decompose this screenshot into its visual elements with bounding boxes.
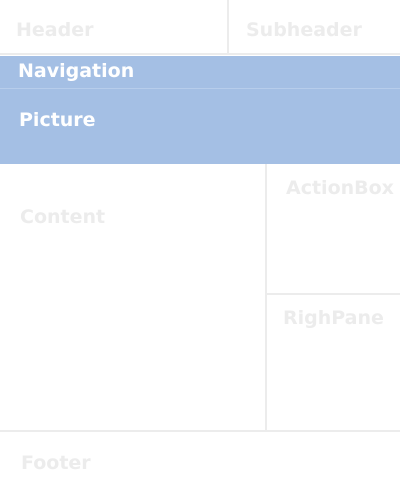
subheader-region: Subheader (229, 0, 400, 55)
subheader-label: Subheader (246, 19, 362, 41)
righpane-region: RighPane (267, 295, 400, 431)
content-region: Content (0, 164, 267, 431)
actionbox-region: ActionBox (267, 164, 400, 295)
header-label: Header (16, 19, 94, 41)
footer-region: Footer (0, 430, 400, 490)
actionbox-label: ActionBox (286, 177, 394, 199)
header-region: Header (0, 0, 229, 55)
content-label: Content (20, 206, 106, 228)
navigation-region: Navigation (0, 56, 400, 89)
righpane-label: RighPane (283, 307, 384, 329)
footer-label: Footer (21, 452, 91, 474)
picture-label: Picture (19, 109, 96, 131)
picture-region: Picture (0, 89, 400, 164)
navigation-label: Navigation (18, 60, 135, 82)
